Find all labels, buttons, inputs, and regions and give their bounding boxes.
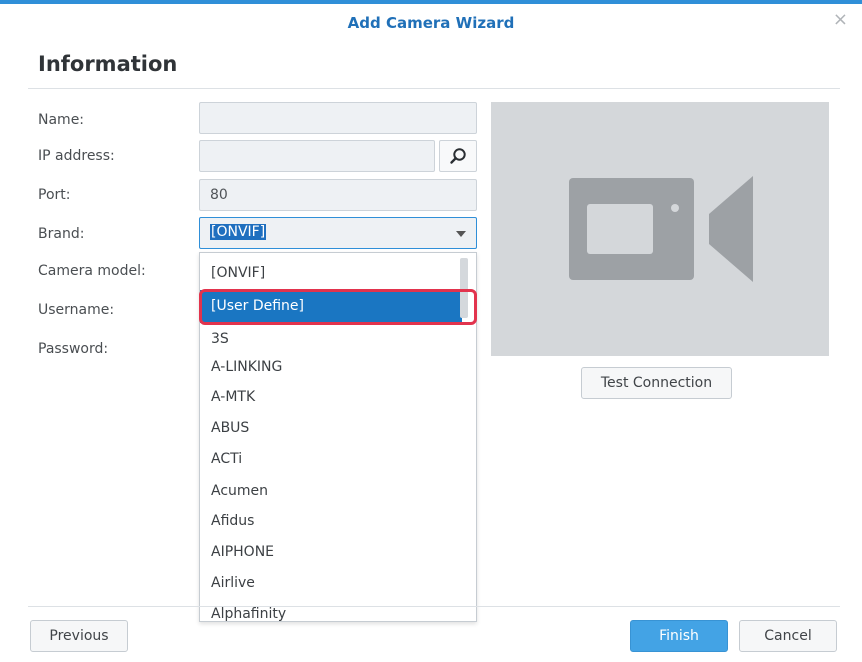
name-field[interactable] (199, 102, 477, 134)
search-icon (450, 148, 466, 164)
camera-model-label: Camera model: (38, 263, 146, 279)
test-connection-button[interactable]: Test Connection (581, 367, 732, 399)
dropdown-item[interactable]: [ONVIF] (200, 257, 462, 290)
name-label: Name: (38, 112, 85, 128)
dropdown-item[interactable]: ABUS (200, 412, 462, 445)
dropdown-item[interactable]: Alphafinity (200, 598, 462, 621)
highlight-annotation (199, 289, 477, 325)
brand-select[interactable]: [ONVIF] (199, 217, 477, 249)
username-label: Username: (38, 302, 115, 318)
dropdown-item[interactable]: AIPHONE (200, 536, 462, 569)
section-heading: Information (38, 52, 178, 76)
port-label: Port: (38, 187, 71, 203)
password-label: Password: (38, 341, 109, 357)
dropdown-item[interactable]: Afidus (200, 505, 462, 538)
footer-divider (28, 606, 840, 607)
dropdown-item[interactable]: Acumen (200, 475, 462, 508)
dropdown-item[interactable]: A-MTK (200, 381, 462, 414)
dropdown-item[interactable]: ACTi (200, 443, 462, 476)
window-title: Add Camera Wizard (347, 14, 515, 32)
finish-button[interactable]: Finish (630, 620, 728, 652)
port-field[interactable]: 80 (199, 179, 477, 211)
brand-label: Brand: (38, 226, 85, 242)
window-accent-bar (0, 0, 862, 4)
video-camera-icon (569, 176, 753, 282)
brand-selected-value: [ONVIF] (210, 224, 267, 240)
chevron-down-icon (456, 231, 466, 237)
camera-preview (491, 102, 829, 356)
cancel-button[interactable]: Cancel (739, 620, 837, 652)
ip-address-field[interactable] (199, 140, 435, 172)
divider (28, 88, 840, 89)
previous-button[interactable]: Previous (30, 620, 128, 652)
dropdown-item[interactable]: Airlive (200, 567, 462, 600)
dropdown-item[interactable]: A-LINKING (200, 351, 462, 384)
ip-address-label: IP address: (38, 148, 115, 164)
search-button[interactable] (439, 140, 477, 172)
close-icon[interactable]: × (833, 9, 848, 30)
